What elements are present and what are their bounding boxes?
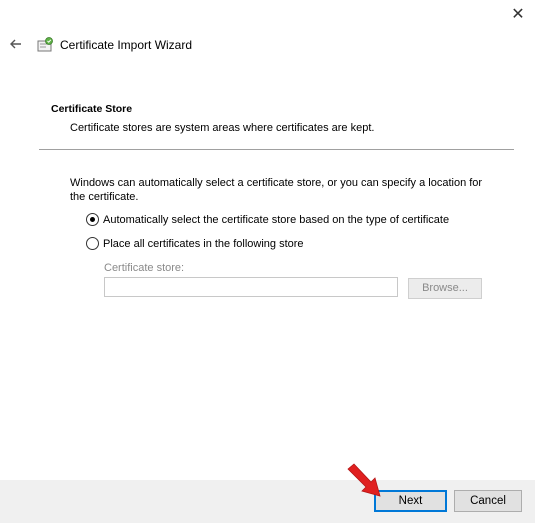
back-arrow-icon[interactable] xyxy=(6,34,26,54)
section-description: Certificate stores are system areas wher… xyxy=(70,122,375,134)
auto-select-label[interactable]: Automatically select the certificate sto… xyxy=(103,214,449,226)
auto-select-radio[interactable] xyxy=(86,213,99,226)
certificate-icon xyxy=(36,36,54,54)
close-button[interactable]: ✕ xyxy=(507,4,529,26)
window-title: Certificate Import Wizard xyxy=(60,38,193,52)
place-store-radio[interactable] xyxy=(86,237,99,250)
header-divider xyxy=(39,149,514,150)
place-store-option[interactable]: Place all certificates in the following … xyxy=(86,237,304,250)
title-bar: ✕ Certificate Import Wizard xyxy=(0,0,535,80)
certificate-store-label: Certificate store: xyxy=(104,262,185,274)
red-arrow-annotation-icon xyxy=(347,463,381,497)
browse-button[interactable]: Browse... xyxy=(408,278,482,299)
place-store-label[interactable]: Place all certificates in the following … xyxy=(103,238,304,250)
section-title: Certificate Store xyxy=(51,103,133,115)
certificate-store-field[interactable] xyxy=(104,277,398,297)
cancel-button[interactable]: Cancel xyxy=(454,490,522,512)
intro-text: Windows can automatically select a certi… xyxy=(70,177,483,203)
auto-select-option[interactable]: Automatically select the certificate sto… xyxy=(86,213,449,226)
